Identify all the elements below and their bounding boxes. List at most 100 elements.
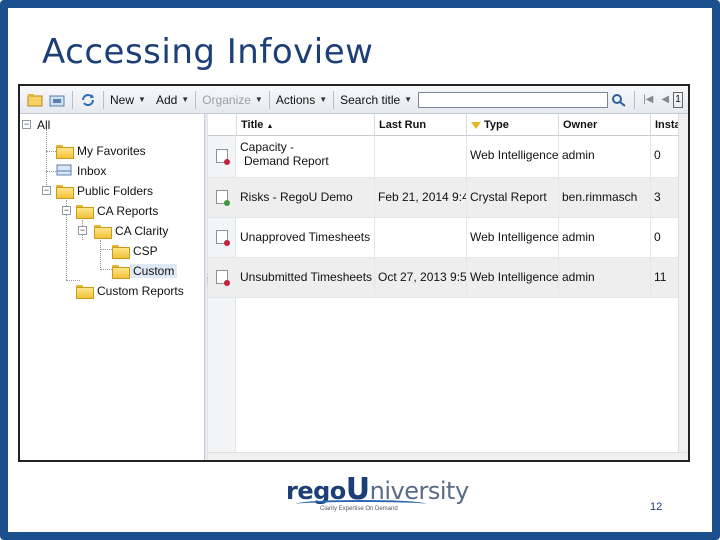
row-title-line1[interactable]: Capacity - — [236, 140, 370, 154]
tree-line — [100, 269, 112, 270]
row-title-line1[interactable]: Unapproved Timesheets — [236, 230, 374, 244]
column-owner-label: Owner — [563, 119, 598, 131]
open-folder-icon — [112, 265, 130, 279]
column-header-type[interactable]: Type — [466, 114, 558, 136]
webi-document-icon — [216, 270, 230, 286]
column-title-label: Title — [241, 119, 264, 131]
document-list: Title ▲ Last Run Type Owner Insta Capaci… — [208, 114, 688, 460]
chevron-down-icon: ▼ — [404, 95, 413, 104]
actions-label: Actions — [275, 92, 316, 107]
chevron-down-icon: ▼ — [181, 95, 190, 104]
column-last-run-label: Last Run — [379, 119, 427, 131]
folder-icon — [112, 245, 130, 259]
folder-icon — [56, 185, 74, 199]
column-divider — [466, 136, 467, 296]
row-instances: 11 — [654, 270, 667, 284]
first-page-icon[interactable]: |◀ — [643, 94, 653, 105]
folder-tree: − All My Favorites Inbox − Public Folder… — [20, 114, 204, 460]
tree-item-label: Public Folders — [77, 184, 154, 198]
search-icon[interactable] — [611, 93, 627, 107]
tree-item-label: Custom Reports — [97, 284, 184, 298]
column-header-title[interactable]: Title ▲ — [236, 114, 370, 136]
toolbar-separator — [72, 90, 73, 109]
column-header-owner[interactable]: Owner — [558, 114, 650, 136]
chevron-down-icon: ▼ — [254, 95, 263, 104]
toolbar-separator — [195, 90, 197, 109]
row-type: Web Intelligence — [470, 148, 558, 162]
column-instances-label: Insta — [655, 119, 681, 131]
row-type: Crystal Report — [470, 190, 547, 204]
actions-menu-button[interactable]: Actions ▼ — [274, 93, 329, 107]
row-instances: 0 — [654, 148, 661, 162]
table-row[interactable]: Unapproved Timesheets Web Intelligence a… — [208, 218, 688, 258]
toolbar-separator — [103, 90, 104, 109]
row-owner: ben.rimmasch — [562, 190, 638, 204]
slide-page-number: 12 — [650, 501, 663, 513]
tree-line — [46, 129, 47, 191]
chevron-down-icon: ▼ — [319, 95, 328, 104]
vertical-scrollbar[interactable] — [678, 114, 688, 460]
tree-item-label: CA Reports — [97, 204, 159, 218]
webi-document-icon — [216, 149, 230, 165]
tree-item-label: CA Clarity — [115, 224, 169, 238]
collapse-all-toggle[interactable]: − — [22, 120, 31, 129]
row-title-line1[interactable]: Risks - RegoU Demo — [236, 190, 374, 204]
refresh-icon[interactable] — [80, 93, 96, 107]
search-input[interactable] — [418, 91, 609, 108]
folder-view-icon[interactable] — [27, 93, 43, 107]
row-type: Web Intelligence — [470, 230, 558, 244]
tree-item-public-folders[interactable]: Public Folders — [56, 182, 156, 200]
search-mode-dropdown[interactable]: Search title ▼ — [338, 93, 414, 107]
folder-icon — [76, 205, 94, 219]
column-divider — [650, 136, 651, 296]
tree-item-inbox[interactable]: Inbox — [56, 162, 109, 180]
tree-line — [66, 280, 80, 281]
crystal-report-icon — [216, 190, 230, 206]
inbox-folder-icon[interactable] — [49, 93, 65, 107]
organize-menu-button[interactable]: Organize ▼ — [200, 93, 265, 107]
column-divider — [374, 136, 375, 296]
add-label: Add — [155, 92, 178, 107]
chevron-down-icon: ▼ — [138, 95, 146, 104]
row-last-run: Oct 27, 2013 9:5 — [378, 270, 466, 284]
new-menu-button[interactable]: New ▼ — [108, 93, 148, 107]
row-title-line2[interactable]: Demand Report — [240, 154, 370, 168]
page-number-input[interactable]: 1 — [673, 91, 684, 108]
previous-page-icon[interactable]: ◀ — [661, 94, 669, 105]
regou-logo: rego University Clarity Expertise On Dema… — [286, 472, 469, 516]
tree-item-custom-reports[interactable]: Custom Reports — [76, 282, 187, 300]
row-owner: admin — [562, 270, 595, 284]
tree-item-ca-clarity[interactable]: CA Clarity — [94, 222, 171, 240]
horizontal-scrollbar[interactable] — [208, 452, 688, 460]
tree-item-custom[interactable]: Custom — [112, 262, 178, 280]
tree-line — [100, 249, 112, 250]
toolbar-separator — [634, 90, 636, 109]
tree-item-csp[interactable]: CSP — [112, 242, 161, 260]
filter-icon[interactable] — [471, 121, 481, 129]
slide-title: Accessing Infoview — [42, 32, 374, 72]
collapse-ca-reports-toggle[interactable]: − — [62, 206, 71, 215]
table-row[interactable]: Capacity - Demand Report Web Intelligenc… — [208, 136, 688, 178]
webi-document-icon — [216, 230, 230, 246]
row-type: Web Intelligence — [470, 270, 558, 284]
tree-item-label: Inbox — [77, 164, 107, 178]
row-last-run: Feb 21, 2014 9:4 — [378, 190, 466, 204]
tree-item-my-favorites[interactable]: My Favorites — [56, 142, 149, 160]
tree-item-label: All — [37, 118, 51, 132]
add-menu-button[interactable]: Add ▼ — [154, 93, 191, 107]
tree-item-ca-reports[interactable]: CA Reports — [76, 202, 161, 220]
list-header: Title ▲ Last Run Type Owner Insta — [208, 114, 688, 136]
row-owner: admin — [562, 148, 595, 162]
tree-line — [100, 240, 101, 268]
toolbar-separator — [333, 90, 335, 109]
row-title-line1[interactable]: Unsubmitted Timesheets — [236, 270, 374, 284]
toolbar-separator — [268, 90, 270, 109]
table-row[interactable]: Risks - RegoU Demo Feb 21, 2014 9:4 Crys… — [208, 178, 688, 218]
column-header-last-run[interactable]: Last Run — [374, 114, 466, 136]
collapse-public-folders-toggle[interactable]: − — [42, 186, 51, 195]
table-row[interactable]: Unsubmitted Timesheets Oct 27, 2013 9:5 … — [208, 258, 688, 298]
collapse-ca-clarity-toggle[interactable]: − — [78, 226, 87, 235]
infoview-window: New ▼ Add ▼ Organize ▼ Actions ▼ Search titl… — [18, 84, 690, 462]
tree-item-all[interactable]: All — [34, 116, 53, 134]
search-mode-label: Search title — [340, 92, 401, 107]
